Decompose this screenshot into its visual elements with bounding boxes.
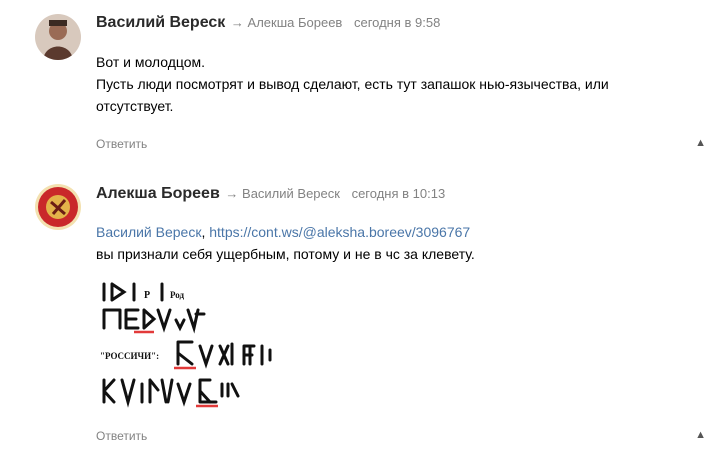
reply-button[interactable]: Ответить [96, 429, 147, 443]
rune-label: Род [170, 290, 185, 300]
text-line: вы признали себя ущербным, потому и не в… [96, 246, 475, 262]
comment-2: Алекша Бореев → Василий Вереск сегодня в… [0, 0, 712, 461]
arrow-up-icon[interactable]: ▲ [695, 429, 706, 441]
comment-text: Василий Вереск, https://cont.ws/@aleksha… [96, 221, 475, 265]
timestamp[interactable]: сегодня в 10:13 [352, 186, 446, 201]
url-link[interactable]: https://cont.ws/@aleksha.boreev/3096767 [209, 224, 470, 240]
reply-to[interactable]: → Василий Вереск [225, 186, 340, 201]
author-name[interactable]: Алекша Бореев [96, 185, 220, 202]
runes-image[interactable]: P Род "РОССИЧИ": [100, 280, 300, 410]
rune-label: P [144, 290, 150, 301]
mention-link[interactable]: Василий Вереск [96, 224, 201, 240]
comment-header: Алекша Бореев → Василий Вереск сегодня в… [96, 185, 445, 203]
text-line: Василий Вереск, https://cont.ws/@aleksha… [96, 221, 475, 243]
avatar[interactable] [35, 184, 81, 230]
rune-label: "РОССИЧИ": [100, 351, 159, 361]
